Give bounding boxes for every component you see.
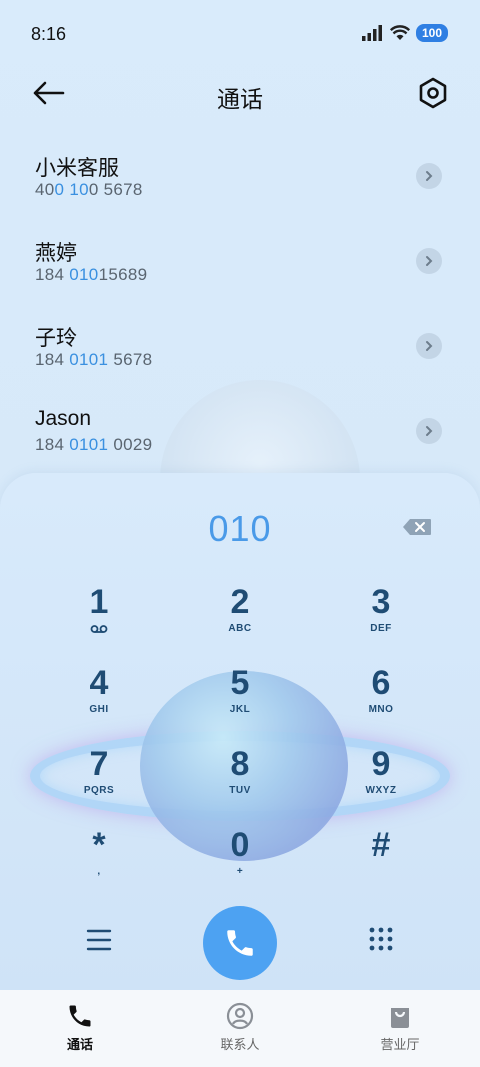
details-chevron-icon[interactable] [416, 418, 442, 444]
phone-icon [227, 930, 253, 956]
call-log-item[interactable]: 小米客服 400 100 5678 [0, 140, 480, 225]
call-log-list: 小米客服 400 100 5678 燕婷 184 01015689 子玲 184… [0, 140, 480, 480]
contact-name: 小米客服 [35, 157, 119, 180]
nav-label: 联系人 [220, 1037, 260, 1052]
menu-icon[interactable] [86, 928, 112, 952]
contact-name: Jason [35, 407, 92, 430]
nav-label: 通话 [66, 1037, 93, 1052]
contacts-icon [226, 1002, 254, 1030]
voicemail-icon [90, 625, 108, 633]
details-chevron-icon[interactable] [416, 248, 442, 274]
status-time: 8:16 [31, 24, 67, 44]
header: 通话 [0, 70, 480, 120]
call-button[interactable] [203, 906, 277, 980]
phone-number: 184 0101 0029 [35, 435, 153, 454]
phone-number: 184 01015689 [35, 265, 148, 284]
dial-key-0[interactable]: 0 + [180, 826, 300, 898]
signal-icon [361, 25, 382, 41]
phone-number: 400 100 5678 [35, 180, 143, 199]
dial-key-4[interactable]: 4 GHI [39, 664, 159, 736]
phone-icon [69, 1005, 91, 1027]
contact-name: 子玲 [35, 327, 77, 350]
status-bar: 8:16 100 [0, 0, 480, 68]
dial-key-3[interactable]: 3 DEF [321, 583, 441, 655]
dial-key-9[interactable]: 9 WXYZ [321, 745, 441, 817]
nav-label: 营业厅 [380, 1037, 420, 1052]
call-log-item[interactable]: 子玲 184 0101 5678 [0, 310, 480, 395]
dial-key-1[interactable]: 1 [39, 583, 159, 655]
wifi-icon [389, 25, 410, 40]
dial-key-hash[interactable]: # [321, 826, 441, 898]
page-title: 通话 [217, 86, 263, 112]
details-chevron-icon[interactable] [416, 163, 442, 189]
nav-tab-contacts[interactable]: 联系人 [160, 990, 320, 1067]
dial-key-2[interactable]: 2 ABC [180, 583, 300, 655]
dial-key-8[interactable]: 8 TUV [180, 745, 300, 817]
call-log-item[interactable]: 燕婷 184 01015689 [0, 225, 480, 310]
dial-key-7[interactable]: 7 PQRS [39, 745, 159, 817]
keypad-grid-icon[interactable] [368, 926, 394, 952]
dial-key-5[interactable]: 5 JKL [180, 664, 300, 736]
backspace-icon[interactable] [402, 518, 432, 536]
phone-number: 184 0101 5678 [35, 350, 153, 369]
nav-tab-service-hall[interactable]: 营业厅 [320, 990, 480, 1067]
dialpad-panel: 010 1 2 ABC 3 DEF 4 GHI 5 JKL 6 MNO 7 PQ… [0, 473, 480, 993]
contact-name: 燕婷 [35, 242, 77, 265]
dial-key-star[interactable]: * , [39, 826, 159, 898]
shopping-bag-icon [391, 1008, 409, 1028]
details-chevron-icon[interactable] [416, 333, 442, 359]
call-log-item[interactable]: Jason 184 0101 0029 [0, 395, 480, 480]
battery-icon: 100 [415, 24, 448, 42]
settings-icon[interactable] [416, 76, 450, 110]
status-icons: 100 [361, 22, 448, 44]
nav-tab-calls[interactable]: 通话 [0, 990, 160, 1067]
dial-key-6[interactable]: 6 MNO [321, 664, 441, 736]
bottom-nav: 通话 联系人 营业厅 [0, 990, 480, 1067]
